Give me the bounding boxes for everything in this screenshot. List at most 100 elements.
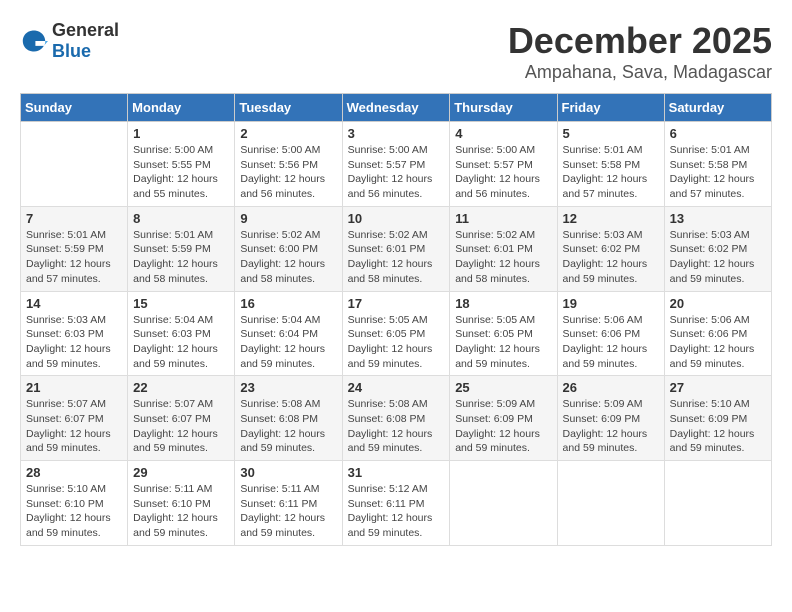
header-friday: Friday — [557, 94, 664, 122]
day-number: 24 — [348, 380, 445, 395]
day-info: Sunrise: 5:11 AM Sunset: 6:11 PM Dayligh… — [240, 482, 336, 541]
header-sunday: Sunday — [21, 94, 128, 122]
day-info: Sunrise: 5:07 AM Sunset: 6:07 PM Dayligh… — [26, 397, 122, 456]
day-number: 27 — [670, 380, 766, 395]
calendar-week-row: 21 Sunrise: 5:07 AM Sunset: 6:07 PM Dayli… — [21, 376, 772, 461]
day-number: 7 — [26, 211, 122, 226]
calendar-week-row: 7 Sunrise: 5:01 AM Sunset: 5:59 PM Daylig… — [21, 206, 772, 291]
calendar-cell: 3Sunrise: 5:00 AM Sunset: 5:57 PM Daylig… — [342, 122, 450, 207]
day-info: Sunrise: 5:11 AM Sunset: 6:10 PM Dayligh… — [133, 482, 229, 541]
day-info: Sunrise: 5:09 AM Sunset: 6:09 PM Dayligh… — [563, 397, 659, 456]
header-monday: Monday — [128, 94, 235, 122]
day-info: Sunrise: 5:01 AM Sunset: 5:59 PM Dayligh… — [26, 228, 122, 287]
calendar-cell: 22Sunrise: 5:07 AM Sunset: 6:07 PM Dayli… — [128, 376, 235, 461]
calendar-cell: 29 Sunrise: 5:11 AM Sunset: 6:10 PM Dayli… — [128, 461, 235, 546]
day-number: 26 — [563, 380, 659, 395]
day-number: 2 — [240, 126, 336, 141]
calendar-cell — [664, 461, 771, 546]
calendar-cell — [557, 461, 664, 546]
day-number: 5 — [563, 126, 659, 141]
calendar-body: 1Sunrise: 5:00 AM Sunset: 5:55 PM Daylig… — [21, 122, 772, 546]
calendar-cell: 30 Sunrise: 5:11 AM Sunset: 6:11 PM Dayli… — [235, 461, 342, 546]
calendar-week-row: 1Sunrise: 5:00 AM Sunset: 5:55 PM Daylig… — [21, 122, 772, 207]
calendar-table: Sunday Monday Tuesday Wednesday Thursday… — [20, 93, 772, 546]
day-number: 30 — [240, 465, 336, 480]
day-info: Sunrise: 5:03 AM Sunset: 6:02 PM Dayligh… — [563, 228, 659, 287]
calendar-cell: 2 Sunrise: 5:00 AM Sunset: 5:56 PM Daylig… — [235, 122, 342, 207]
calendar-cell: 26 Sunrise: 5:09 AM Sunset: 6:09 PM Dayli… — [557, 376, 664, 461]
calendar-cell: 28Sunrise: 5:10 AM Sunset: 6:10 PM Dayli… — [21, 461, 128, 546]
calendar-cell: 25 Sunrise: 5:09 AM Sunset: 6:09 PM Dayli… — [450, 376, 557, 461]
day-number: 15 — [133, 296, 229, 311]
calendar-cell: 10 Sunrise: 5:02 AM Sunset: 6:01 PM Dayli… — [342, 206, 450, 291]
day-info: Sunrise: 5:08 AM Sunset: 6:08 PM Dayligh… — [240, 397, 336, 456]
calendar-week-row: 14 Sunrise: 5:03 AM Sunset: 6:03 PM Dayli… — [21, 291, 772, 376]
calendar-cell: 11Sunrise: 5:02 AM Sunset: 6:01 PM Dayli… — [450, 206, 557, 291]
calendar-cell: 14 Sunrise: 5:03 AM Sunset: 6:03 PM Dayli… — [21, 291, 128, 376]
day-info: Sunrise: 5:08 AM Sunset: 6:08 PM Dayligh… — [348, 397, 445, 456]
day-info: Sunrise: 5:00 AM Sunset: 5:56 PM Dayligh… — [240, 143, 336, 202]
logo: General Blue — [20, 20, 119, 62]
day-info: Sunrise: 5:05 AM Sunset: 6:05 PM Dayligh… — [455, 313, 551, 372]
calendar-cell: 19 Sunrise: 5:06 AM Sunset: 6:06 PM Dayli… — [557, 291, 664, 376]
day-info: Sunrise: 5:01 AM Sunset: 5:59 PM Dayligh… — [133, 228, 229, 287]
month-title: December 2025 — [508, 20, 772, 62]
day-info: Sunrise: 5:01 AM Sunset: 5:58 PM Dayligh… — [563, 143, 659, 202]
day-info: Sunrise: 5:01 AM Sunset: 5:58 PM Dayligh… — [670, 143, 766, 202]
day-number: 13 — [670, 211, 766, 226]
day-number: 19 — [563, 296, 659, 311]
calendar-cell: 9Sunrise: 5:02 AM Sunset: 6:00 PM Daylig… — [235, 206, 342, 291]
day-number: 8 — [133, 211, 229, 226]
day-number: 9 — [240, 211, 336, 226]
day-number: 21 — [26, 380, 122, 395]
day-number: 16 — [240, 296, 336, 311]
logo-text: General Blue — [52, 20, 119, 62]
header-wednesday: Wednesday — [342, 94, 450, 122]
calendar-cell — [21, 122, 128, 207]
day-number: 28 — [26, 465, 122, 480]
calendar-cell: 4Sunrise: 5:00 AM Sunset: 5:57 PM Daylig… — [450, 122, 557, 207]
calendar-cell: 16 Sunrise: 5:04 AM Sunset: 6:04 PM Dayli… — [235, 291, 342, 376]
logo-icon — [20, 27, 48, 55]
day-number: 6 — [670, 126, 766, 141]
calendar-cell: 15 Sunrise: 5:04 AM Sunset: 6:03 PM Dayli… — [128, 291, 235, 376]
day-number: 10 — [348, 211, 445, 226]
calendar-cell: 7 Sunrise: 5:01 AM Sunset: 5:59 PM Daylig… — [21, 206, 128, 291]
calendar-week-row: 28Sunrise: 5:10 AM Sunset: 6:10 PM Dayli… — [21, 461, 772, 546]
day-number: 25 — [455, 380, 551, 395]
calendar-cell: 12 Sunrise: 5:03 AM Sunset: 6:02 PM Dayli… — [557, 206, 664, 291]
day-info: Sunrise: 5:02 AM Sunset: 6:01 PM Dayligh… — [348, 228, 445, 287]
day-info: Sunrise: 5:05 AM Sunset: 6:05 PM Dayligh… — [348, 313, 445, 372]
day-number: 29 — [133, 465, 229, 480]
calendar-cell: 17Sunrise: 5:05 AM Sunset: 6:05 PM Dayli… — [342, 291, 450, 376]
day-number: 12 — [563, 211, 659, 226]
calendar-cell: 24 Sunrise: 5:08 AM Sunset: 6:08 PM Dayli… — [342, 376, 450, 461]
calendar-cell: 31 Sunrise: 5:12 AM Sunset: 6:11 PM Dayli… — [342, 461, 450, 546]
calendar-cell: 8 Sunrise: 5:01 AM Sunset: 5:59 PM Daylig… — [128, 206, 235, 291]
header-tuesday: Tuesday — [235, 94, 342, 122]
day-number: 14 — [26, 296, 122, 311]
day-info: Sunrise: 5:04 AM Sunset: 6:03 PM Dayligh… — [133, 313, 229, 372]
location-title: Ampahana, Sava, Madagascar — [508, 62, 772, 83]
day-info: Sunrise: 5:03 AM Sunset: 6:03 PM Dayligh… — [26, 313, 122, 372]
day-info: Sunrise: 5:06 AM Sunset: 6:06 PM Dayligh… — [563, 313, 659, 372]
header-saturday: Saturday — [664, 94, 771, 122]
day-info: Sunrise: 5:04 AM Sunset: 6:04 PM Dayligh… — [240, 313, 336, 372]
calendar-cell — [450, 461, 557, 546]
calendar-cell: 23 Sunrise: 5:08 AM Sunset: 6:08 PM Dayli… — [235, 376, 342, 461]
day-number: 31 — [348, 465, 445, 480]
day-info: Sunrise: 5:12 AM Sunset: 6:11 PM Dayligh… — [348, 482, 445, 541]
logo-blue: Blue — [52, 41, 91, 61]
day-info: Sunrise: 5:00 AM Sunset: 5:57 PM Dayligh… — [348, 143, 445, 202]
calendar-cell: 5 Sunrise: 5:01 AM Sunset: 5:58 PM Daylig… — [557, 122, 664, 207]
day-info: Sunrise: 5:00 AM Sunset: 5:55 PM Dayligh… — [133, 143, 229, 202]
day-number: 20 — [670, 296, 766, 311]
day-info: Sunrise: 5:07 AM Sunset: 6:07 PM Dayligh… — [133, 397, 229, 456]
day-info: Sunrise: 5:02 AM Sunset: 6:01 PM Dayligh… — [455, 228, 551, 287]
page-header: General Blue December 2025 Ampahana, Sav… — [20, 20, 772, 83]
day-info: Sunrise: 5:09 AM Sunset: 6:09 PM Dayligh… — [455, 397, 551, 456]
day-number: 23 — [240, 380, 336, 395]
calendar-cell: 13Sunrise: 5:03 AM Sunset: 6:02 PM Dayli… — [664, 206, 771, 291]
calendar-cell: 1Sunrise: 5:00 AM Sunset: 5:55 PM Daylig… — [128, 122, 235, 207]
calendar-header-row: Sunday Monday Tuesday Wednesday Thursday… — [21, 94, 772, 122]
